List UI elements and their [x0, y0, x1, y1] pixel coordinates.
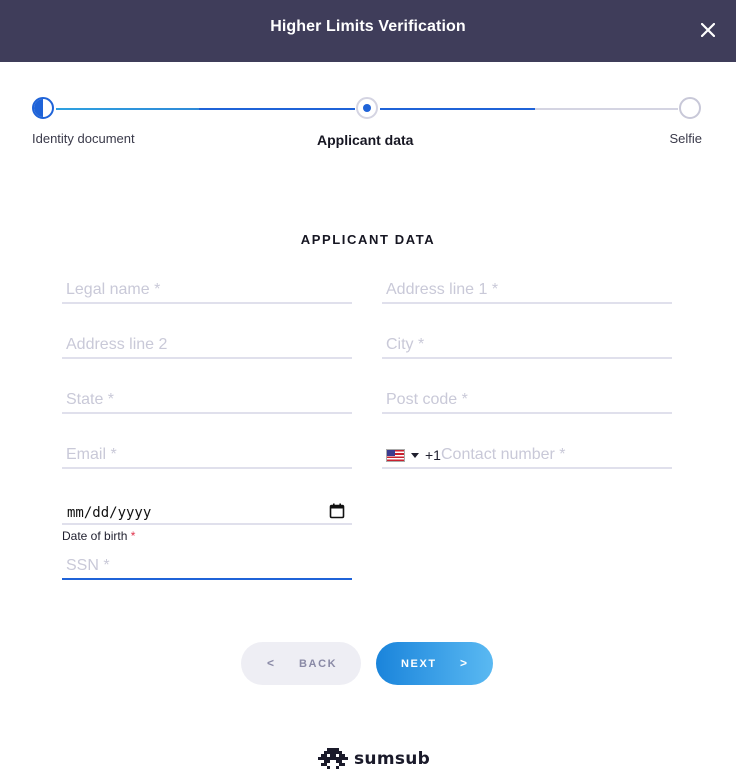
city-input[interactable]	[386, 334, 672, 356]
close-button[interactable]	[694, 16, 722, 44]
calendar-icon[interactable]	[329, 503, 345, 519]
step-label-selfie: Selfie	[669, 131, 702, 146]
address-line-2-field	[62, 325, 352, 359]
legal-name-field	[62, 270, 352, 304]
state-input[interactable]	[66, 389, 352, 411]
stepper-track-active	[199, 108, 355, 110]
sumsub-logo-icon	[318, 748, 348, 769]
step-applicant-data-icon[interactable]	[356, 97, 378, 119]
brand-name: sumsub	[354, 749, 431, 769]
back-button[interactable]: < BACK	[241, 642, 361, 685]
legal-name-input[interactable]	[66, 279, 352, 301]
required-marker: *	[130, 529, 136, 543]
email-input[interactable]	[66, 444, 352, 466]
email-field	[62, 435, 352, 469]
next-button-label: NEXT	[401, 658, 437, 670]
next-button[interactable]: NEXT >	[376, 642, 493, 685]
post-code-input[interactable]	[386, 389, 672, 411]
address-line-1-input[interactable]	[386, 279, 672, 301]
progress-stepper: Identity document Applicant data Selfie	[0, 95, 736, 155]
chevron-right-icon: >	[460, 656, 469, 670]
date-of-birth-value[interactable]: mm/dd/yyyy	[67, 505, 151, 521]
date-of-birth-label: Date of birth *	[62, 529, 135, 543]
back-button-label: BACK	[299, 658, 338, 670]
state-field	[62, 380, 352, 414]
stepper-track-pending	[535, 108, 678, 110]
contact-number-field: +1	[382, 435, 672, 469]
address-line-1-field	[382, 270, 672, 304]
stepper-track-active	[380, 108, 535, 110]
step-label-applicant-data: Applicant data	[317, 132, 414, 148]
contact-number-input[interactable]	[441, 444, 672, 466]
brand-footer: sumsub	[318, 746, 430, 772]
step-label-identity-document: Identity document	[32, 131, 135, 146]
city-field	[382, 325, 672, 359]
country-code: +1	[425, 447, 441, 463]
date-of-birth-field[interactable]: mm/dd/yyyy	[62, 497, 352, 525]
modal-title: Higher Limits Verification	[270, 18, 466, 35]
caret-down-icon	[411, 452, 419, 458]
us-flag-icon	[386, 448, 405, 462]
close-icon	[701, 23, 715, 37]
post-code-field	[382, 380, 672, 414]
stepper-track-completed	[56, 108, 199, 110]
ssn-field	[62, 546, 352, 580]
address-line-2-input[interactable]	[66, 334, 352, 356]
chevron-left-icon: <	[267, 656, 276, 670]
country-code-selector[interactable]: +1	[386, 445, 441, 465]
section-title: APPLICANT DATA	[300, 232, 436, 247]
ssn-input[interactable]	[66, 555, 352, 577]
modal-header: Higher Limits Verification	[0, 0, 736, 62]
step-selfie-icon[interactable]	[679, 97, 701, 119]
step-identity-document-icon[interactable]	[32, 97, 54, 119]
date-of-birth-label-text: Date of birth	[62, 529, 128, 543]
